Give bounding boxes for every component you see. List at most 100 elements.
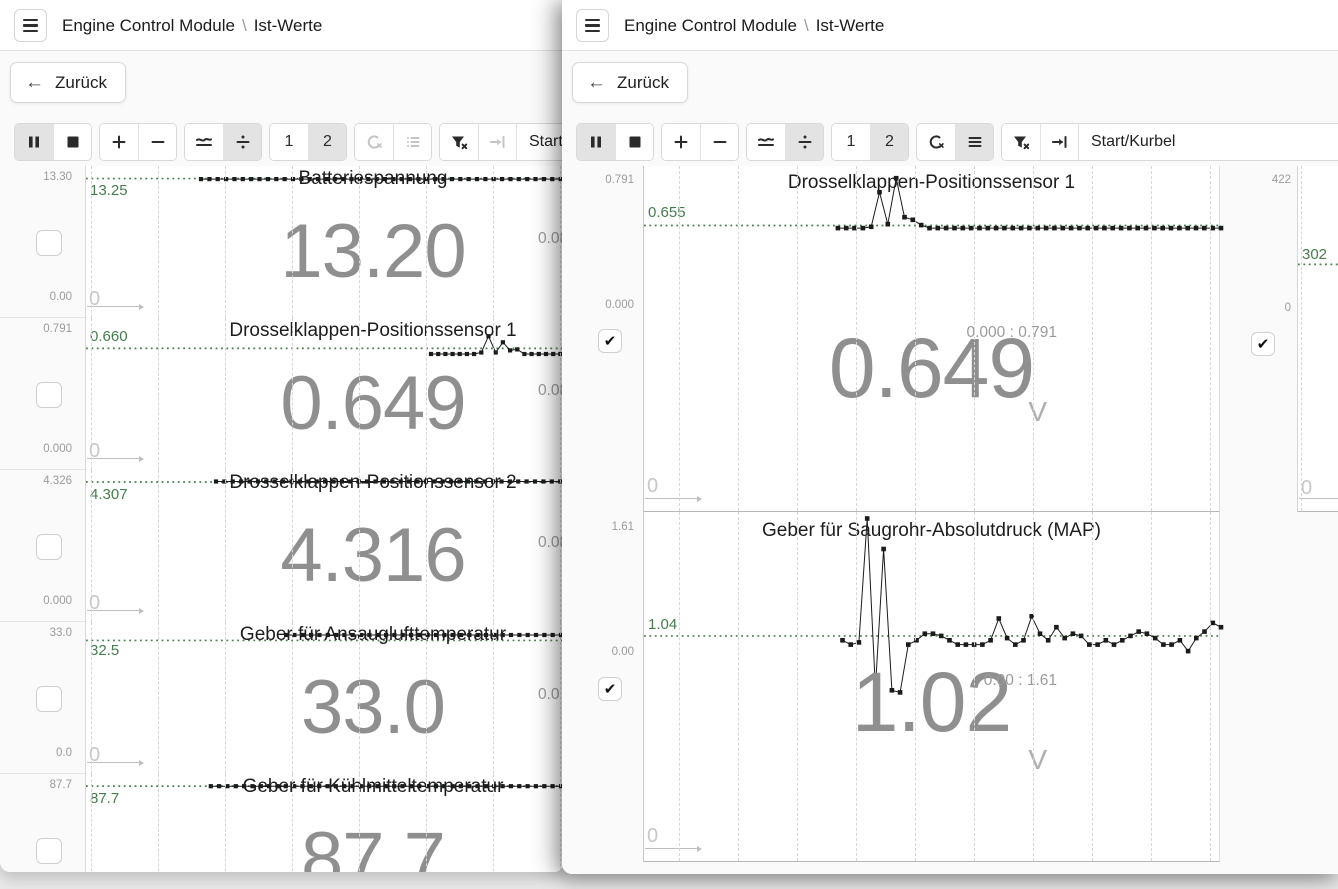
- gridline: [292, 470, 293, 622]
- gridline: [915, 512, 916, 861]
- toolbar-one-button[interactable]: 1: [270, 124, 308, 160]
- gridline: [158, 166, 159, 318]
- gridline: [91, 470, 92, 622]
- channel-checkbox[interactable]: [36, 382, 62, 408]
- toolbar-stop-button[interactable]: [53, 124, 91, 160]
- chart-panel-iat: 33.0 0.0 Geber für Ansauglufttemperatur …: [0, 622, 564, 774]
- toolbar-filter-button[interactable]: [440, 124, 478, 160]
- gridline: [158, 774, 159, 872]
- channel-checkbox[interactable]: ✔: [1251, 332, 1275, 356]
- page-title: Ist-Werte: [254, 16, 323, 36]
- toolbar-two-button[interactable]: 2: [308, 124, 346, 160]
- axis-max-label: 33.0: [50, 627, 72, 639]
- gridline: [560, 166, 561, 318]
- chart-r3: [1298, 166, 1338, 512]
- target-value-label: 0.660: [90, 328, 128, 345]
- toolbar-pause-button[interactable]: [15, 124, 53, 160]
- back-button[interactable]: ← Zurück: [572, 62, 688, 103]
- toolbar-divide-button[interactable]: [223, 124, 261, 160]
- toolbar-filter-button[interactable]: [1002, 124, 1040, 160]
- module-title: Engine Control Module: [624, 16, 797, 36]
- chart-panel-ect: 87.7 Geber für Kühlmitteltemperatur 87.7…: [0, 774, 564, 872]
- channel-checkbox[interactable]: [36, 686, 62, 712]
- toolbar-plus-button[interactable]: [100, 124, 138, 160]
- toolbar-wave-button[interactable]: [747, 124, 785, 160]
- gridline: [426, 166, 427, 318]
- gridline: [91, 774, 92, 872]
- chart-panel-map: 1.61 0.00 ✔ Geber für Saugrohr-Absolutdr…: [562, 512, 1338, 862]
- gridline: [493, 622, 494, 774]
- target-value-label: 32.5: [90, 642, 119, 659]
- gridline: [225, 166, 226, 318]
- toolbar-clear-button[interactable]: [917, 124, 955, 160]
- gridline: [493, 470, 494, 622]
- hamburger-menu-button[interactable]: [576, 9, 609, 42]
- axis-min-label: 0.00: [50, 291, 72, 303]
- gridline: [426, 470, 427, 622]
- axis-origin-label: 0: [647, 826, 658, 846]
- range-label: 0.00 : 1.61: [984, 672, 1057, 690]
- gridline: [1301, 166, 1302, 511]
- gridline: [292, 774, 293, 872]
- toolbar-one-button[interactable]: 1: [832, 124, 870, 160]
- axis-origin-line: [87, 306, 139, 307]
- toolbar-stop-button[interactable]: [615, 124, 653, 160]
- gridline: [493, 774, 494, 872]
- toolbar-clear-button: [355, 124, 393, 160]
- target-value-label: 13.25: [90, 182, 128, 199]
- back-button[interactable]: ← Zurück: [10, 62, 126, 103]
- gridline: [225, 774, 226, 872]
- toolbar-minus-button[interactable]: [700, 124, 738, 160]
- axis-min-label: 0.0: [56, 747, 72, 759]
- gridline: [679, 512, 680, 861]
- target-value-label: 1.04: [648, 616, 677, 633]
- gridline: [1210, 512, 1211, 861]
- gridline: [91, 318, 92, 470]
- channel-filter-input[interactable]: Start/Kurbel: [1078, 124, 1338, 160]
- chart-panel-tps1: 0.791 0.000 Drosselklappen-Positionssens…: [0, 318, 564, 470]
- channel-filter-input[interactable]: Start/Kurbel: [516, 124, 564, 160]
- header: Engine Control Module \ Ist-Werte: [562, 0, 1338, 51]
- axis-origin-label: 0: [1301, 478, 1312, 498]
- gridline: [1033, 512, 1034, 861]
- chart-title: Geber für Saugrohr-Absolutdruck (MAP): [644, 520, 1219, 542]
- header: Engine Control Module \ Ist-Werte: [0, 0, 564, 51]
- toolbar-list-button: [393, 124, 431, 160]
- axis-min-label: 0.000: [43, 595, 72, 607]
- gridline: [426, 318, 427, 470]
- gridline: [797, 512, 798, 861]
- gridline: [738, 512, 739, 861]
- axis-max-label: 1.61: [612, 521, 634, 533]
- axis-max-label: 4.326: [43, 475, 72, 487]
- back-arrow-icon: ←: [587, 72, 606, 94]
- hamburger-menu-button[interactable]: [14, 9, 47, 42]
- toolbar-two-button[interactable]: 2: [870, 124, 908, 160]
- gridline: [359, 470, 360, 622]
- axis-min-label: 0.00: [612, 646, 634, 658]
- breadcrumb: Engine Control Module \ Ist-Werte: [62, 0, 322, 51]
- axis-max-label: 87.7: [50, 779, 72, 791]
- axis-max-label: 422: [1272, 174, 1291, 186]
- toolbar-pause-button[interactable]: [577, 124, 615, 160]
- toolbar-wave-button[interactable]: [185, 124, 223, 160]
- chart-panel-tps2: 4.326 0.000 Drosselklappen-Positionssens…: [0, 470, 564, 622]
- channel-checkbox[interactable]: [36, 838, 62, 864]
- toolbar-skip-button[interactable]: [1040, 124, 1078, 160]
- axis-origin-line: [645, 848, 697, 849]
- toolbar-divide-button[interactable]: [785, 124, 823, 160]
- gridline: [426, 774, 427, 872]
- channel-checkbox[interactable]: ✔: [598, 677, 622, 701]
- channel-checkbox[interactable]: [36, 534, 62, 560]
- chart-panel-batteriespannung: 13.30 0.00 Batteriespannung 13.25 13.20 …: [0, 166, 564, 318]
- breadcrumb-separator: \: [804, 16, 809, 36]
- gridline: [292, 318, 293, 470]
- gridline: [91, 166, 92, 318]
- channel-checkbox[interactable]: [36, 230, 62, 256]
- gridline: [292, 166, 293, 318]
- target-value-label: 4.307: [90, 486, 128, 503]
- toolbar-minus-button[interactable]: [138, 124, 176, 160]
- gridline: [560, 318, 561, 470]
- toolbar-plus-button[interactable]: [662, 124, 700, 160]
- toolbar-menu-button[interactable]: [955, 124, 993, 160]
- axis-min-label: 0.000: [43, 443, 72, 455]
